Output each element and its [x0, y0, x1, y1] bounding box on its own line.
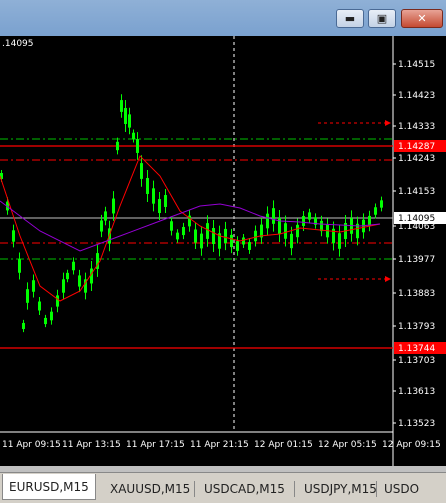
candles [0, 94, 383, 333]
candle-body [182, 226, 185, 236]
candle-body [164, 195, 167, 207]
tab-usdjpy-m15[interactable]: USDJPY,M15 [298, 478, 383, 500]
candle-body [128, 114, 131, 128]
candle-body [212, 228, 215, 244]
candle-body [254, 230, 257, 242]
candle-body [124, 108, 127, 124]
minimize-button[interactable]: ▬ [336, 9, 364, 28]
red-level-high-label: 1.14287 [398, 142, 435, 152]
candle-body [78, 275, 81, 287]
price-tick-label: 1.13613 [398, 387, 435, 397]
price-tick-label: 1.13883 [398, 289, 435, 299]
candle-body [72, 261, 75, 271]
candle-body [266, 213, 269, 229]
tab-usdcad-m15[interactable]: USDCAD,M15 [198, 478, 291, 500]
maximize-icon: ▣ [376, 12, 388, 25]
candle-body [152, 188, 155, 204]
candle-body [170, 221, 173, 231]
arrow-head-icon [385, 276, 391, 282]
candle-body [146, 178, 149, 194]
candle-body [112, 198, 115, 214]
tab-separator [294, 481, 295, 497]
candle-body [338, 233, 341, 249]
tab-eurusd-m15[interactable]: EURUSD,M15 [2, 474, 96, 500]
symbol-price-label: .14095 [2, 39, 34, 49]
time-tick-label: 11 Apr 21:15 [190, 440, 249, 450]
price-tick-label: 1.14153 [398, 187, 435, 197]
price-tick-label: 1.14333 [398, 122, 435, 132]
time-tick-label: 12 Apr 09:15 [382, 440, 441, 450]
time-scale: 11 Apr 09:15 11 Apr 13:15 11 Apr 17:15 11 A… [2, 440, 441, 450]
candle-body [236, 241, 239, 251]
time-tick-label: 11 Apr 13:15 [62, 440, 121, 450]
time-tick-label: 11 Apr 17:15 [126, 440, 185, 450]
candle-body [158, 199, 161, 213]
price-tick-label: 1.13977 [398, 255, 435, 265]
candle-body [272, 208, 275, 224]
candle-body [374, 207, 377, 215]
price-tick-label: 1.14423 [398, 91, 435, 101]
time-tick-label: 11 Apr 09:15 [2, 440, 61, 450]
candle-body [26, 289, 29, 303]
candle-body [308, 212, 311, 220]
tab-usdo[interactable]: USDO [378, 478, 425, 500]
candle-body [290, 233, 293, 249]
candle-body [50, 311, 53, 321]
arrow-head-icon [385, 120, 391, 126]
candle-body [224, 228, 227, 244]
candle-body [296, 224, 299, 238]
tab-xauusd-m15[interactable]: XAUUSD,M15 [104, 478, 196, 500]
candle-body [32, 280, 35, 292]
candle-body [12, 230, 15, 242]
candle-body [242, 237, 245, 245]
candle-body [18, 259, 21, 273]
close-button[interactable]: ✕ [401, 9, 443, 28]
maximize-button[interactable]: ▣ [368, 9, 396, 28]
chart-tabs: EURUSD,M15 XAUUSD,M15 USDCAD,M15 USDJPY,… [0, 472, 446, 503]
price-tick-label: 1.13703 [398, 356, 435, 366]
candle-body [62, 279, 65, 293]
candle-body [56, 295, 59, 307]
minimize-icon: ▬ [344, 12, 356, 25]
candle-body [132, 132, 135, 140]
candle-body [200, 233, 203, 249]
candle-body [206, 223, 209, 239]
candle-body [302, 216, 305, 226]
time-tick-label: 12 Apr 05:15 [318, 440, 377, 450]
chart-canvas[interactable]: .14095 1.14515 1.14423 1.14333 1.14243 1.141… [0, 36, 446, 466]
close-icon: ✕ [417, 12, 427, 25]
current-price-label: 1.14095 [398, 214, 435, 224]
window-titlebar: ▬ ▣ ✕ [0, 0, 446, 36]
candle-body [136, 139, 139, 153]
candle-body [44, 317, 47, 325]
candle-body [176, 232, 179, 240]
candle-body [380, 200, 383, 208]
candle-body [284, 223, 287, 239]
tab-separator [194, 481, 195, 497]
price-tick-label: 1.14515 [398, 60, 435, 70]
candle-body [66, 272, 69, 280]
time-tick-label: 12 Apr 01:15 [254, 440, 313, 450]
candle-body [100, 220, 103, 232]
price-tick-label: 1.13793 [398, 322, 435, 332]
candle-body [104, 211, 107, 221]
candle-body [140, 163, 143, 179]
candle-body [116, 141, 119, 151]
candle-body [38, 301, 41, 311]
candle-body [194, 229, 197, 243]
candle-body [120, 100, 123, 112]
price-tick-label: 1.13523 [398, 419, 435, 429]
candle-body [22, 322, 25, 330]
price-chart[interactable]: .14095 1.14515 1.14423 1.14333 1.14243 1.141… [0, 36, 446, 466]
price-tick-label: 1.14243 [398, 154, 435, 164]
candle-body [230, 234, 233, 248]
tab-separator [376, 481, 377, 497]
red-level-low-label: 1.13744 [398, 344, 435, 354]
candle-body [248, 242, 251, 250]
price-scale: 1.14515 1.14423 1.14333 1.14243 1.14153 1.140… [393, 60, 435, 429]
